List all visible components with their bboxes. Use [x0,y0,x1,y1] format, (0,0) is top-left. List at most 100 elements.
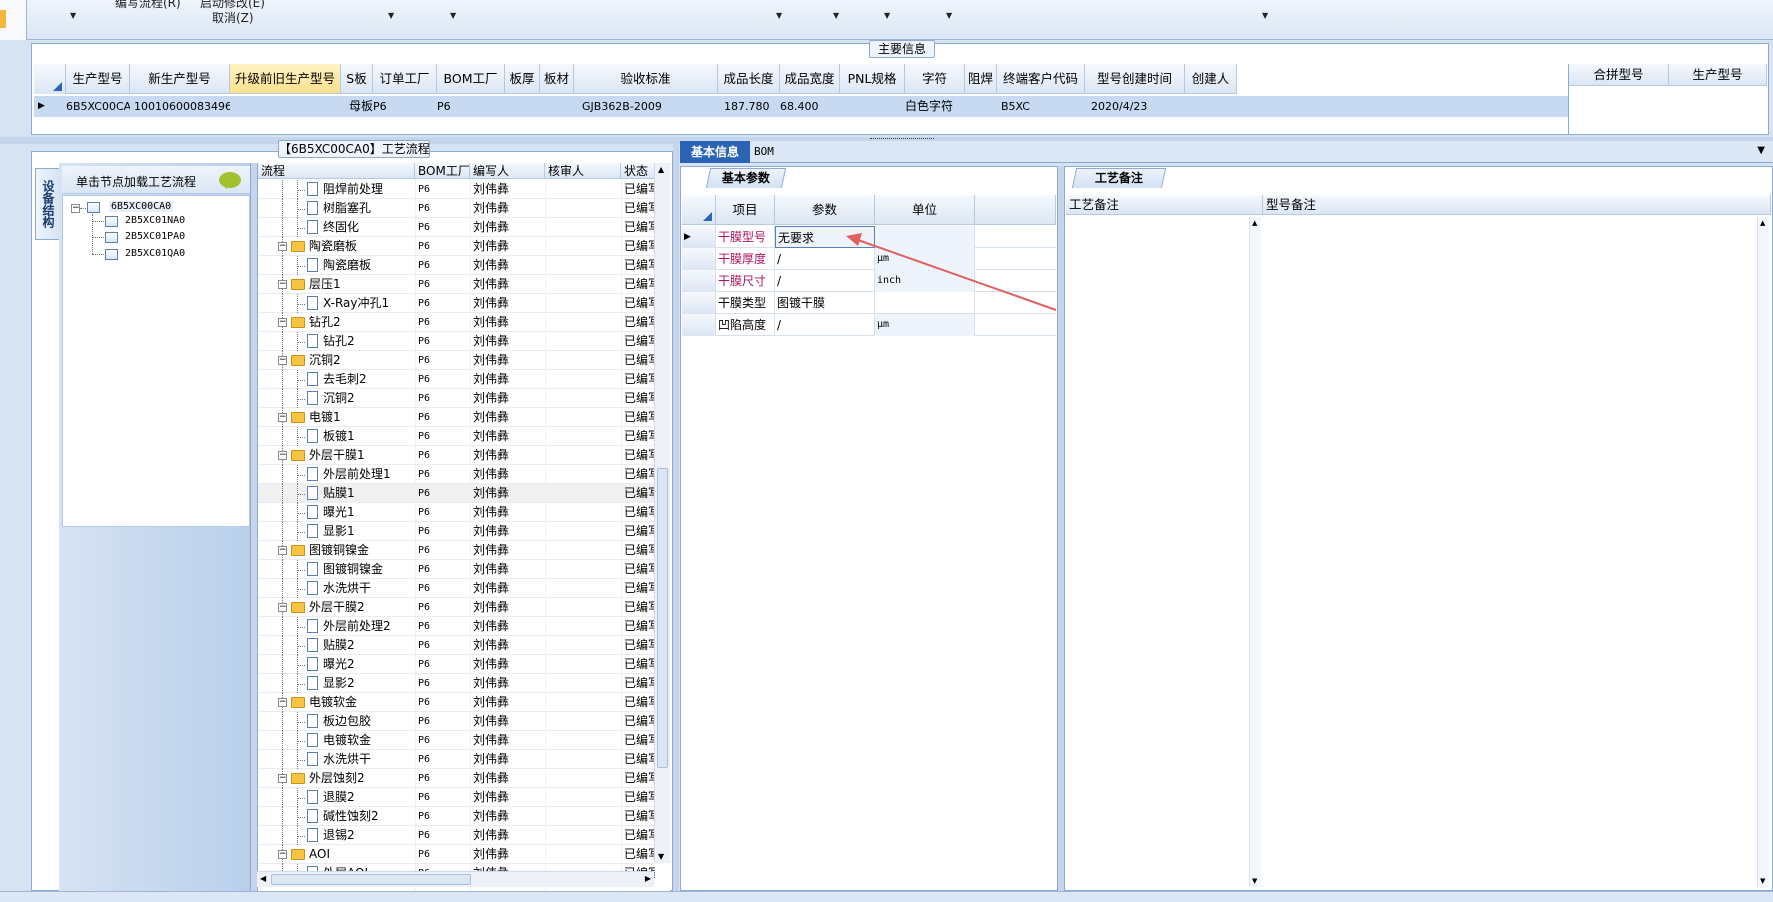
flow-row[interactable]: 树脂塞孔 P6 刘伟彝 已编写 [258,199,655,218]
row-selector[interactable] [682,292,716,314]
main-info-column[interactable]: 新生产型号 [130,64,230,94]
main-info-column[interactable]: 验收标准 [574,64,718,94]
flow-row[interactable]: 曝光2 P6 刘伟彝 已编写 [258,655,655,674]
flow-row[interactable]: − 陶瓷磨板 P6 刘伟彝 已编写 [258,237,655,256]
tab-basic-params[interactable]: 基本参数 [705,168,787,188]
flow-row[interactable]: 贴膜2 P6 刘伟彝 已编写 [258,636,655,655]
flow-row[interactable]: 板镀1 P6 刘伟彝 已编写 [258,427,655,446]
flow-row[interactable]: 沉铜2 P6 刘伟彝 已编写 [258,389,655,408]
collapse-toggle-icon[interactable]: − [278,698,287,707]
flow-row[interactable]: − 图镀铜镍金 P6 刘伟彝 已编写 [258,541,655,560]
main-info-column[interactable]: 板材 [540,64,574,94]
param-value[interactable]: 无要求 [775,226,875,248]
flow-column-header[interactable]: 核审人 [545,163,621,179]
main-info-column[interactable]: BOM工厂 [437,64,505,94]
flow-row[interactable]: − 外层蚀刻2 P6 刘伟彝 已编写 [258,769,655,788]
main-info-column[interactable]: 订单工厂 [373,64,437,94]
param-row[interactable]: 干膜尺寸 / inch [682,270,1056,292]
flow-row[interactable]: − 钻孔2 P6 刘伟彝 已编写 [258,313,655,332]
flow-row[interactable]: − 层压1 P6 刘伟彝 已编写 [258,275,655,294]
tab-bom[interactable]: BOM [754,141,794,163]
flow-row[interactable]: 退锡2 P6 刘伟彝 已编写 [258,826,655,845]
chevron-down-icon[interactable]: ▼ [884,11,890,20]
flow-row[interactable]: − 外层干膜1 P6 刘伟彝 已编写 [258,446,655,465]
main-info-column[interactable]: 终端客户代码 [997,64,1085,94]
main-info-column[interactable]: PNL规格 [840,64,905,94]
param-value[interactable]: 图镀干膜 [775,292,875,314]
device-structure-tab[interactable]: 设备结构 [35,168,59,240]
main-info-column[interactable]: 成品长度 [718,64,780,94]
flow-row[interactable]: 图镀铜镍金 P6 刘伟彝 已编写 [258,560,655,579]
column-param[interactable]: 参数 [775,195,875,225]
flow-row[interactable]: 碱性蚀刻2 P6 刘伟彝 已编写 [258,807,655,826]
column-craft-notes[interactable]: 工艺备注 [1066,195,1263,215]
main-info-column[interactable]: S板 [341,64,373,94]
flow-vertical-scrollbar[interactable]: ▲ ▼ [654,163,670,863]
collapse-toggle-icon[interactable]: − [278,850,287,859]
param-value[interactable]: / [775,314,875,336]
collapse-toggle-icon[interactable]: − [278,413,287,422]
tree-node-child[interactable]: 2B5XC01NA0 [125,215,185,226]
flow-column-header[interactable]: 流程 [258,163,415,179]
main-info-column[interactable]: 生产型号 [66,64,130,94]
flow-row[interactable]: 陶瓷磨板 P6 刘伟彝 已编写 [258,256,655,275]
flow-row[interactable]: 外层前处理1 P6 刘伟彝 已编写 [258,465,655,484]
flow-row[interactable]: − 电镀软金 P6 刘伟彝 已编写 [258,693,655,712]
comment-bubble-icon[interactable] [219,172,241,189]
collapse-toggle-icon[interactable]: − [278,280,287,289]
chevron-down-icon[interactable]: ▼ [1262,11,1268,20]
column-item[interactable]: 项目 [716,195,775,225]
main-info-column[interactable]: 板厚 [505,64,540,94]
row-selector[interactable] [682,270,716,292]
chevron-down-icon[interactable]: ▼ [388,11,394,20]
column-model-notes[interactable]: 型号备注 [1263,195,1771,215]
main-info-column[interactable]: 字符 [905,64,965,94]
flow-row[interactable]: 水洗烘干 P6 刘伟彝 已编写 [258,579,655,598]
flow-row[interactable]: − AOI P6 刘伟彝 已编写 [258,845,655,864]
flow-row[interactable]: 板边包胶 P6 刘伟彝 已编写 [258,712,655,731]
flow-row[interactable]: X-Ray冲孔1 P6 刘伟彝 已编写 [258,294,655,313]
main-info-column[interactable]: 创建人 [1185,64,1237,94]
flow-row[interactable]: 外层前处理2 P6 刘伟彝 已编写 [258,617,655,636]
flow-column-header[interactable]: 状态 [621,163,655,179]
flow-horizontal-scrollbar[interactable]: ◀ ▶ [257,871,654,887]
menu-write-flow[interactable]: 编写流程(R) [115,0,181,11]
flow-row[interactable]: 终固化 P6 刘伟彝 已编写 [258,218,655,237]
collapse-toggle-icon[interactable]: − [278,318,287,327]
chevron-down-icon[interactable]: ▼ [1757,145,1765,156]
tab-basic-info[interactable]: 基本信息 [680,141,750,163]
tab-craft-notes[interactable]: 工艺备注 [1071,168,1167,188]
main-info-column[interactable]: 阻焊 [965,64,997,94]
chevron-down-icon[interactable]: ▼ [70,11,76,20]
param-value[interactable]: / [775,248,875,270]
flow-row[interactable]: − 电镀1 P6 刘伟彝 已编写 [258,408,655,427]
tree-node-child[interactable]: 2B5XC01QA0 [125,248,185,259]
production-model-column[interactable]: 生产型号 [1669,64,1767,86]
menu-cancel[interactable]: 取消(Z) [212,9,254,26]
chevron-down-icon[interactable]: ▼ [833,11,839,20]
param-row[interactable]: 干膜厚度 / μm [682,248,1056,270]
param-value[interactable]: / [775,270,875,292]
notes-scrollbar[interactable]: ▲ ▼ [1249,217,1261,887]
flow-row[interactable]: 显影1 P6 刘伟彝 已编写 [258,522,655,541]
param-row[interactable]: 干膜类型 图镀干膜 [682,292,1056,314]
row-selector[interactable] [682,314,716,336]
main-info-column[interactable]: 升级前旧生产型号 [230,64,341,94]
flow-column-header[interactable]: 编写人 [470,163,545,179]
column-unit[interactable]: 单位 [875,195,975,225]
flow-row[interactable]: 阻焊前处理 P6 刘伟彝 已编写 [258,180,655,199]
flow-row[interactable]: − 沉铜2 P6 刘伟彝 已编写 [258,351,655,370]
flow-row[interactable]: 水洗烘干 P6 刘伟彝 已编写 [258,750,655,769]
main-info-data-row[interactable]: ▶ 6B5XC00CA010010600083496母板P6P6GJB362B-… [34,96,1568,117]
param-row[interactable]: 凹陷高度 / μm [682,314,1056,336]
vertical-splitter[interactable] [673,140,679,891]
chevron-down-icon[interactable]: ▼ [450,11,456,20]
tree-node-child[interactable]: 2B5XC01PA0 [125,231,185,242]
collapse-toggle-icon[interactable]: − [278,546,287,555]
collapse-toggle-icon[interactable]: − [278,603,287,612]
collapse-toggle-icon[interactable]: − [278,774,287,783]
flow-row[interactable]: 电镀软金 P6 刘伟彝 已编写 [258,731,655,750]
collapse-toggle-icon[interactable]: − [278,242,287,251]
chevron-down-icon[interactable]: ▼ [946,11,952,20]
param-row[interactable]: ▶ 干膜型号 无要求 [682,226,1056,248]
